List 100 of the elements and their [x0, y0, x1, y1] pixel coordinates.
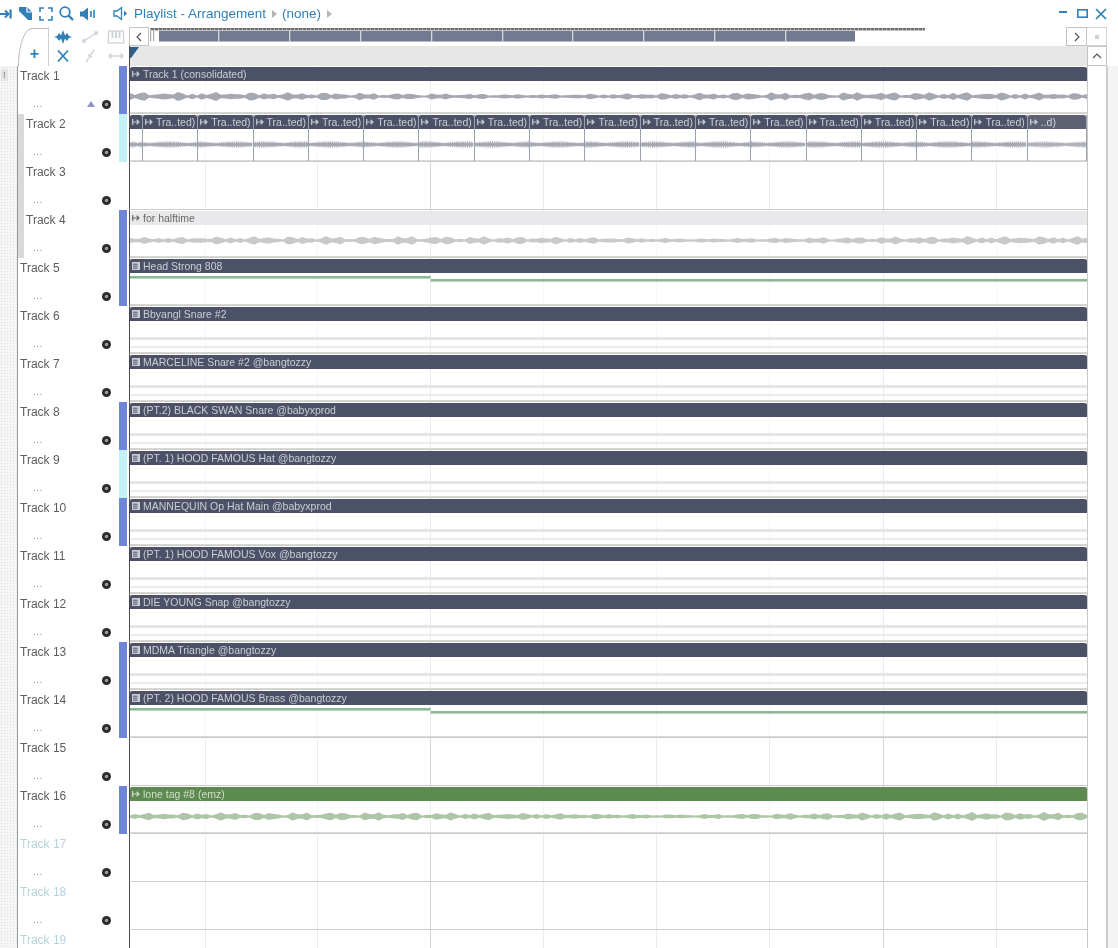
track-name[interactable]: Track 14	[20, 693, 67, 707]
pattern-clip[interactable]: (PT. 1) HOOD FAMOUS Hat @bangtozzy	[130, 451, 1087, 497]
circle-icon[interactable]	[102, 147, 111, 157]
clip-header[interactable]: Tra..ted)	[308, 115, 364, 129]
side-panel-label[interactable]: !	[1, 69, 8, 81]
circle-icon[interactable]	[102, 771, 111, 781]
audio-clip[interactable]: ..d)	[1027, 115, 1087, 161]
clip-header[interactable]: Tra..ted)	[198, 115, 253, 129]
track-name[interactable]: Track 10	[20, 501, 67, 515]
pattern-clip[interactable]: (PT.2) BLACK SWAN Snare @babyxprod	[130, 403, 1087, 449]
circle-icon[interactable]	[102, 483, 111, 493]
circle-icon[interactable]	[102, 579, 111, 589]
pattern-clip[interactable]: Head Strong 808	[130, 259, 1087, 305]
track-name[interactable]: Track 13	[20, 645, 67, 659]
clip-header[interactable]: Tra..ted)	[474, 115, 530, 129]
clip-header[interactable]: Tra..ted)	[364, 115, 419, 129]
vertical-scrollbar[interactable]	[1087, 66, 1107, 948]
track-name[interactable]: Track 16	[20, 789, 67, 803]
audio-clip[interactable]: Tra..ted)	[143, 115, 199, 161]
circle-icon[interactable]	[102, 99, 111, 109]
track-name[interactable]: Track 9	[20, 453, 60, 467]
clip-header[interactable]: lone tag #8 (emz)	[130, 787, 1087, 801]
track-name[interactable]: Track 7	[20, 357, 60, 371]
audio-clip[interactable]: Tra..ted)	[308, 115, 365, 161]
circle-icon[interactable]	[102, 627, 111, 637]
close-icon[interactable]	[1095, 7, 1107, 20]
arrow-bar-icon[interactable]	[0, 7, 12, 20]
clip-header[interactable]	[130, 115, 142, 129]
clip-header[interactable]: DIE YOUNG Snap @bangtozzy	[130, 595, 1087, 609]
clip-header[interactable]: (PT. 2) HOOD FAMOUS Brass @bangtozzy	[130, 691, 1087, 705]
clip-header[interactable]: (PT.2) BLACK SWAN Snare @babyxprod	[130, 403, 1087, 417]
audio-clip[interactable]: Tra..ted)	[972, 115, 1028, 161]
circle-icon[interactable]	[102, 915, 111, 925]
audio-clip[interactable]: for halftime	[130, 211, 1087, 257]
pattern-clip[interactable]: Bbyangl Snare #2	[130, 307, 1087, 353]
track-name[interactable]: Track 12	[20, 597, 67, 611]
pattern-clip[interactable]: MANNEQUIN Op Hat Main @babyxprod	[130, 499, 1087, 545]
track-name[interactable]: Track 2	[26, 117, 66, 131]
clip-header[interactable]: Tra..ted)	[861, 115, 917, 129]
clip-header[interactable]: Tra..ted)	[640, 115, 695, 129]
waveform-icon[interactable]	[54, 29, 72, 44]
audio-clip[interactable]: Tra..ted)	[419, 115, 475, 161]
pattern-clip[interactable]: (PT. 1) HOOD FAMOUS Vox @bangtozzy	[130, 547, 1087, 593]
circle-icon[interactable]	[102, 867, 111, 877]
circle-icon[interactable]	[102, 387, 111, 397]
position-marker-icon[interactable]	[130, 47, 139, 58]
audio-clip[interactable]: Tra..ted)	[695, 115, 752, 161]
clip-header[interactable]: MANNEQUIN Op Hat Main @babyxprod	[130, 499, 1087, 513]
maximize-icon[interactable]	[1077, 8, 1088, 19]
clip-header[interactable]: Tra..ted)	[972, 115, 1027, 129]
speaker-outline-icon[interactable]	[113, 6, 128, 21]
clip-header[interactable]: for halftime	[130, 211, 1087, 225]
circle-icon[interactable]	[102, 195, 111, 205]
audio-clip[interactable]: Tra..ted)	[253, 115, 309, 161]
clip-header[interactable]: Track 1 (consolidated)	[130, 67, 1087, 81]
audio-clip[interactable]: Track 1 (consolidated)	[130, 67, 1087, 113]
circle-icon[interactable]	[102, 675, 111, 685]
track-name[interactable]: Track 4	[26, 213, 66, 227]
clip-header[interactable]: Tra..ted)	[751, 115, 806, 129]
track-name[interactable]: Track 1	[20, 69, 60, 83]
clip-header[interactable]: MARCELINE Snare #2 @bangtozzy	[130, 355, 1087, 369]
circle-icon[interactable]	[102, 435, 111, 445]
clip-header[interactable]: Tra..ted)	[585, 115, 640, 129]
track-name[interactable]: Track 6	[20, 309, 60, 323]
track-name[interactable]: Track 5	[20, 261, 60, 275]
clip-header[interactable]: Tra..ted)	[917, 115, 972, 129]
track-name[interactable]: Track 15	[20, 741, 67, 755]
audio-clip[interactable]: Tra..ted)	[364, 115, 420, 161]
speaker-icon[interactable]	[80, 6, 96, 21]
audio-clip[interactable]: Tra..ted)	[917, 115, 973, 161]
track-name[interactable]: Track 3	[26, 165, 66, 179]
audio-clip[interactable]: lone tag #8 (emz)	[130, 787, 1087, 833]
circle-icon[interactable]	[102, 819, 111, 829]
track-name[interactable]: Track 8	[20, 405, 60, 419]
clip-header[interactable]: (PT. 1) HOOD FAMOUS Vox @bangtozzy	[130, 547, 1087, 561]
magnifier-icon[interactable]	[59, 6, 74, 21]
pattern-clip[interactable]: (PT. 2) HOOD FAMOUS Brass @bangtozzy	[130, 691, 1087, 737]
clip-header[interactable]: Tra..ted)	[419, 115, 474, 129]
pattern-selector[interactable]: (none)	[282, 6, 322, 21]
clip-header[interactable]: (PT. 1) HOOD FAMOUS Hat @bangtozzy	[130, 451, 1087, 465]
clip-header[interactable]: Tra..ted)	[695, 115, 751, 129]
audio-clip[interactable]: Tra..ted)	[806, 115, 862, 161]
scroll-left-button[interactable]	[129, 27, 149, 46]
clip-header[interactable]: Tra..ted)	[530, 115, 585, 129]
pattern-clip[interactable]: DIE YOUNG Snap @bangtozzy	[130, 595, 1087, 641]
pattern-clip[interactable]: MARCELINE Snare #2 @bangtozzy	[130, 355, 1087, 401]
clip-header[interactable]: Bbyangl Snare #2	[130, 307, 1087, 321]
audio-clip[interactable]: Tra..ted)	[474, 115, 531, 161]
clip-header[interactable]: Tra..ted)	[806, 115, 861, 129]
clip-header[interactable]: Tra..ted)	[253, 115, 308, 129]
track-name[interactable]: Track 11	[20, 549, 66, 563]
up-triangle-icon[interactable]	[87, 101, 95, 107]
circle-icon[interactable]	[102, 243, 111, 253]
circle-icon[interactable]	[102, 723, 111, 733]
circle-icon[interactable]	[102, 531, 111, 541]
audio-clip[interactable]: Tra..ted)	[751, 115, 807, 161]
circle-icon[interactable]	[102, 291, 111, 301]
folded-page-icon[interactable]	[18, 6, 33, 21]
audio-clip[interactable]: Tra..ted)	[640, 115, 696, 161]
fullscreen-icon[interactable]	[39, 6, 53, 21]
